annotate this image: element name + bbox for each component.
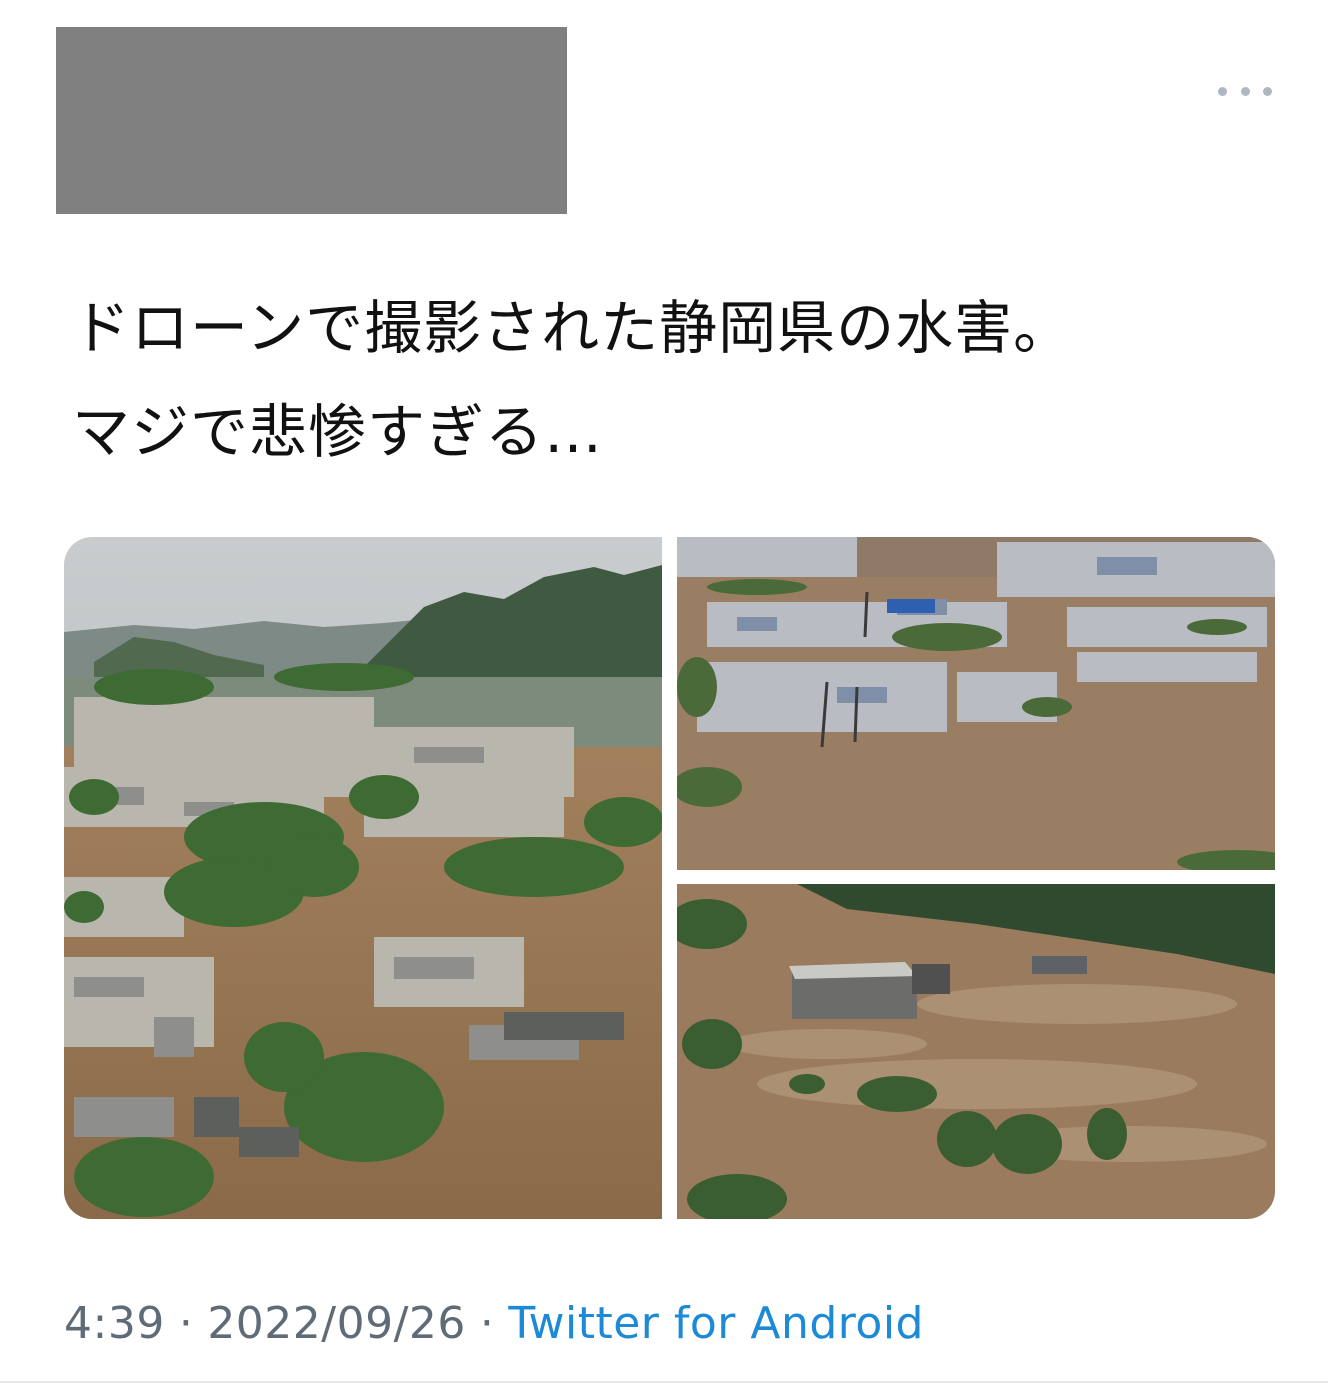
tweet-time[interactable]: 4:39 <box>64 1298 165 1349</box>
flooded-neighborhood-photo[interactable] <box>677 537 1275 870</box>
divider <box>0 1381 1328 1383</box>
tweet-meta: 4:39 · 2022/09/26 · Twitter for Android <box>64 1294 924 1354</box>
flooded-town-mountains-photo[interactable] <box>64 537 662 1219</box>
redacted-user-header <box>56 27 567 214</box>
meta-separator: · <box>479 1298 495 1349</box>
flood-river-building-photo[interactable] <box>677 884 1275 1219</box>
tweet-source-link[interactable]: Twitter for Android <box>508 1298 924 1349</box>
tweet-text-line-1: ドローンで撮影された静岡県の水害。 <box>72 294 1073 362</box>
more-dot <box>1240 86 1250 96</box>
more-horizontal-icon <box>1218 86 1227 96</box>
tweet-date[interactable]: 2022/09/26 <box>207 1298 466 1349</box>
tweet-text-line-2: マジで悲惨すぎる… <box>72 398 604 466</box>
meta-separator: · <box>178 1298 194 1349</box>
tweet-text: ドローンで撮影された静岡県の水害。 マジで悲惨すぎる… <box>72 276 1252 484</box>
more-options-button[interactable] <box>1218 80 1272 102</box>
media-grid <box>64 537 1275 1219</box>
more-dot <box>1263 86 1272 96</box>
